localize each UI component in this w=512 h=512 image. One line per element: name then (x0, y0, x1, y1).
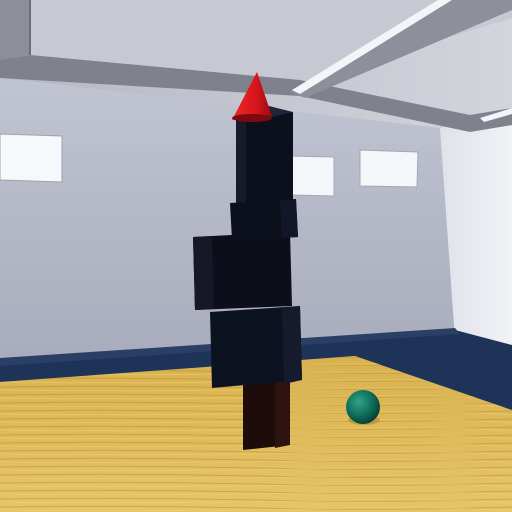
green-ball (346, 390, 380, 424)
window-right (359, 149, 419, 188)
scene-render (0, 0, 512, 512)
window-left (0, 133, 63, 183)
game-viewport[interactable] (0, 0, 512, 512)
window-center (289, 155, 335, 197)
